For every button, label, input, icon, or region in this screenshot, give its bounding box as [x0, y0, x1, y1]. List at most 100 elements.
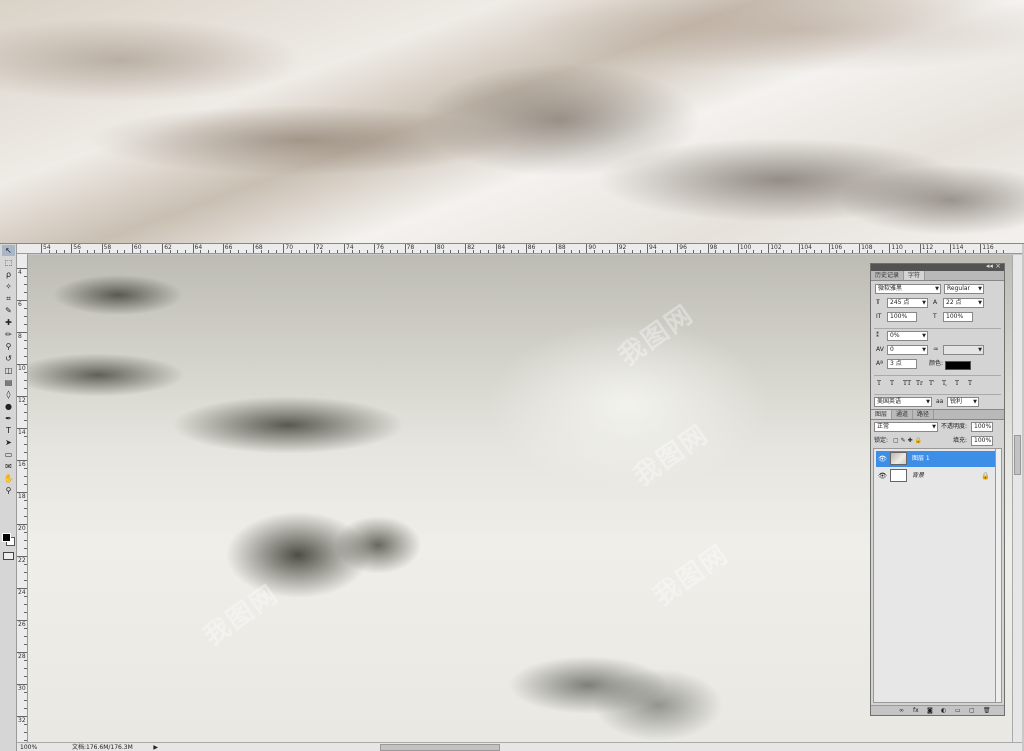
text-style-button[interactable]: T [890, 380, 894, 387]
vertical-scale-value: 100% [890, 313, 908, 320]
panel-close-icon[interactable]: ◂◂ × [986, 262, 1001, 270]
scroll-thumb[interactable] [1014, 435, 1021, 475]
opacity-field[interactable]: 100% [971, 422, 993, 432]
eyedropper-tool-icon[interactable]: ✎ [2, 305, 15, 316]
ruler-tick [525, 244, 527, 253]
layers-footer-icon[interactable]: ◐ [941, 707, 946, 714]
horizontal-scrollbar[interactable] [160, 742, 1022, 751]
status-menu-arrow-icon[interactable]: ▶ [153, 743, 158, 751]
fill-field[interactable]: 100% [971, 436, 993, 446]
text-style-button[interactable]: T' [929, 380, 935, 387]
layer-row[interactable]: 👁 图层 1 [876, 451, 998, 467]
crop-tool-icon[interactable]: ⌗ [2, 293, 15, 304]
tool-list: ↖ ⬚ ρ ✧ ⌗ ✎ ✚ ✏ ⚲ ↺ ◫ ▤ ◊ ● ✒ T ➤ ▭ ✉ ✋ ⚲ [0, 245, 16, 496]
font-family-select[interactable]: 微软雅黑 ▼ [875, 284, 941, 294]
ruler-tick [24, 532, 27, 533]
tab-character[interactable]: 字符 [904, 271, 926, 280]
lasso-tool-icon[interactable]: ρ [2, 269, 15, 280]
text-style-button[interactable]: TT [903, 380, 911, 387]
baseline-shift-field[interactable]: 3 点 [887, 359, 917, 369]
ruler-tick [124, 250, 126, 253]
leading-field[interactable]: 22 点 ▼ [943, 298, 984, 308]
ruler-tick [351, 250, 353, 253]
ruler-tick [336, 250, 338, 253]
ruler-tick [24, 500, 27, 501]
blur-tool-icon[interactable]: ◊ [2, 389, 15, 400]
layers-footer-icon[interactable]: ∞ [899, 707, 904, 714]
font-style-select[interactable]: Regular ▼ [944, 284, 984, 294]
zoom-level[interactable]: 100% [20, 743, 37, 751]
magic-wand-tool-icon[interactable]: ✧ [2, 281, 15, 292]
ruler-tick [662, 250, 664, 253]
shape-tool-icon[interactable]: ▭ [2, 449, 15, 460]
healing-brush-tool-icon[interactable]: ✚ [2, 317, 15, 328]
ruler-tick [571, 250, 573, 253]
ruler-tick [745, 250, 747, 253]
ruler-tick [594, 250, 595, 253]
type-tool-icon[interactable]: T [2, 425, 15, 436]
chevron-down-icon: ▼ [973, 399, 977, 405]
vertical-scale-field[interactable]: 100% [887, 312, 917, 322]
eye-icon[interactable]: 👁 [878, 468, 887, 484]
ruler-tick [56, 250, 58, 253]
layers-footer-icon[interactable]: fx [913, 707, 919, 714]
text-style-button[interactable]: T [955, 380, 959, 387]
gradient-tool-icon[interactable]: ▤ [2, 377, 15, 388]
layers-footer-icon[interactable]: ▭ [955, 707, 961, 714]
layers-footer-icon[interactable]: ◙ [927, 707, 933, 714]
ruler-tick [17, 396, 27, 397]
scroll-thumb[interactable] [380, 744, 500, 751]
ruler-tick [480, 250, 482, 253]
language-select[interactable]: 美国英语 ▼ [874, 397, 932, 407]
zoom-tool-icon[interactable]: ⚲ [2, 485, 15, 496]
text-color-swatch[interactable] [945, 361, 971, 370]
text-style-button[interactable]: T, [942, 380, 947, 387]
ruler-tick [950, 244, 951, 253]
tab-channels[interactable]: 通道 [892, 410, 914, 419]
foreground-color-swatch[interactable] [2, 533, 11, 542]
layer-row[interactable]: 👁 背景 🔒 [876, 468, 998, 484]
text-style-buttons: T T TT Tr T' T, T T [871, 378, 1004, 392]
history-brush-tool-icon[interactable]: ↺ [2, 353, 15, 364]
brush-tool-icon[interactable]: ✏ [2, 329, 15, 340]
horizontal-scale-field[interactable]: 100% [943, 312, 973, 322]
layers-footer-icon[interactable]: 🗑 [983, 707, 991, 714]
text-style-button[interactable]: Tr [916, 380, 923, 387]
antialias-select[interactable]: 锐利 ▼ [947, 397, 979, 407]
ruler-tick [215, 250, 217, 253]
kern-pair-field[interactable]: ▼ [943, 345, 984, 355]
ruler-tick [24, 508, 27, 509]
clone-stamp-tool-icon[interactable]: ⚲ [2, 341, 15, 352]
text-style-button[interactable]: T [877, 380, 881, 387]
leading-icon: A [933, 299, 938, 306]
dodge-tool-icon[interactable]: ● [2, 401, 15, 412]
move-tool-icon[interactable]: ↖ [2, 245, 15, 256]
tab-history[interactable]: 历史记录 [871, 271, 905, 280]
path-selection-tool-icon[interactable]: ➤ [2, 437, 15, 448]
marquee-tool-icon[interactable]: ⬚ [2, 257, 15, 268]
blend-mode-select[interactable]: 正常 ▼ [874, 422, 938, 432]
ruler-tick [116, 250, 118, 253]
text-style-button[interactable]: T [968, 380, 972, 387]
lock-icons[interactable]: ▢ ✎ ✚ 🔒 [893, 436, 922, 446]
vertical-scrollbar[interactable] [1012, 255, 1022, 742]
layers-scrollbar[interactable] [995, 448, 1002, 703]
ruler-tick [328, 250, 330, 253]
eraser-tool-icon[interactable]: ◫ [2, 365, 15, 376]
divider [874, 394, 1001, 395]
font-size-field[interactable]: 245 点 ▼ [887, 298, 928, 308]
pen-tool-icon[interactable]: ✒ [2, 413, 15, 424]
ruler-label: 20 [18, 525, 26, 532]
tab-layers[interactable]: 图层 [871, 410, 893, 419]
tab-paths[interactable]: 路径 [913, 410, 935, 419]
hand-tool-icon[interactable]: ✋ [2, 473, 15, 484]
layers-footer-icon[interactable]: ▢ [969, 707, 975, 714]
panel-titlebar[interactable]: ◂◂ × [871, 262, 1004, 271]
eye-icon[interactable]: 👁 [878, 451, 887, 467]
kerning-field[interactable]: 0% ▼ [887, 331, 928, 341]
quick-mask-icon[interactable] [3, 552, 14, 560]
tracking-field[interactable]: 0 ▼ [887, 345, 928, 355]
ruler-tick [238, 250, 239, 253]
notes-tool-icon[interactable]: ✉ [2, 461, 15, 472]
ruler-tick [798, 244, 800, 253]
